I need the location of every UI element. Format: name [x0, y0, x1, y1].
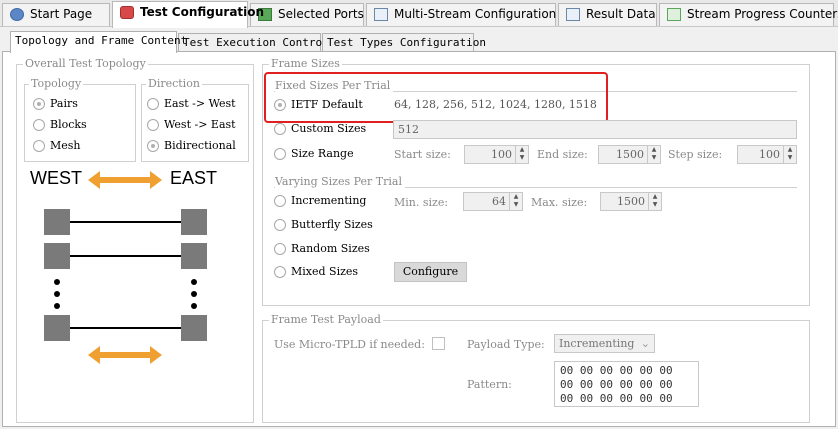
tab-start-page[interactable]: Start Page — [2, 3, 110, 26]
frame-sizes-title: Frame Sizes — [269, 57, 342, 70]
link-line-n — [70, 327, 181, 329]
ellipsis-dot — [191, 291, 197, 297]
info-icon — [10, 8, 24, 21]
blocks-label: Blocks — [50, 118, 87, 131]
start-size-spinner[interactable]: 100 ▲ ▼ — [464, 145, 529, 164]
highlight-box — [264, 72, 608, 123]
custom-sizes-radio[interactable] — [274, 123, 286, 135]
result-data-icon — [566, 8, 580, 21]
random-sizes-radio[interactable] — [274, 243, 286, 255]
end-size-spinner[interactable]: 1500 ▲ ▼ — [598, 145, 661, 164]
ellipsis-dot — [191, 279, 197, 285]
blocks-radio[interactable] — [33, 119, 45, 131]
random-sizes-label: Random Sizes — [291, 242, 370, 255]
incrementing-label: Incrementing — [291, 194, 367, 207]
ellipsis-dot — [191, 303, 197, 309]
west-to-east-radio[interactable] — [147, 119, 159, 131]
spinner-arrows-icon[interactable]: ▲ ▼ — [509, 193, 522, 210]
ellipsis-dot — [54, 279, 60, 285]
spinner-arrows-icon[interactable]: ▲ ▼ — [515, 146, 528, 163]
pattern-textbox[interactable]: 00 00 00 00 00 00 00 00 00 00 00 00 00 0… — [554, 361, 699, 407]
mesh-label: Mesh — [50, 139, 81, 152]
max-size-label: Max. size: — [531, 196, 588, 209]
butterfly-sizes-label: Butterfly Sizes — [291, 218, 373, 231]
tab-selected-ports[interactable]: Selected Ports — [250, 3, 364, 26]
tab-result-data[interactable]: Result Data — [558, 3, 657, 26]
west-port-2 — [44, 243, 70, 269]
topology-title: Topology — [29, 77, 84, 90]
east-port-2 — [181, 243, 207, 269]
frame-test-payload-title: Frame Test Payload — [269, 313, 383, 326]
payload-type-label: Payload Type: — [467, 338, 545, 351]
tab-stream-progress-counters[interactable]: Stream Progress Counters — [659, 3, 838, 26]
mixed-sizes-label: Mixed Sizes — [291, 265, 359, 278]
west-label: WEST — [30, 168, 82, 188]
payload-type-select[interactable]: Incrementing ⌄ — [554, 334, 655, 353]
pattern-label: Pattern: — [467, 378, 512, 391]
subtab-test-types-configuration[interactable]: Test Types Configuration — [322, 33, 486, 52]
east-to-west-label: East -> West — [164, 97, 236, 110]
frame-test-payload-group: Frame Test Payload — [262, 313, 810, 423]
west-to-east-label: West -> East — [164, 118, 236, 131]
micro-tpld-checkbox[interactable] — [432, 337, 445, 350]
multi-stream-icon — [374, 8, 388, 21]
bidirectional-arrow-icon — [88, 171, 162, 189]
chevron-down-icon: ⌄ — [640, 337, 650, 350]
mixed-sizes-radio[interactable] — [274, 266, 286, 278]
bidirectional-radio[interactable] — [147, 140, 159, 152]
size-range-label: Size Range — [291, 147, 354, 160]
pairs-label: Pairs — [50, 97, 78, 110]
top-tab-bar: Start Page Test Configuration Selected P… — [0, 0, 838, 28]
start-size-label: Start size: — [394, 148, 451, 161]
step-size-spinner[interactable]: 100 ▲ ▼ — [737, 145, 797, 164]
mesh-radio[interactable] — [33, 140, 45, 152]
custom-sizes-label: Custom Sizes — [291, 122, 367, 135]
pairs-radio[interactable] — [33, 98, 45, 110]
butterfly-sizes-radio[interactable] — [274, 219, 286, 231]
spinner-arrows-icon[interactable]: ▲ ▼ — [647, 146, 660, 163]
link-line-1 — [70, 221, 181, 223]
progress-counters-icon — [667, 8, 681, 21]
link-line-2 — [70, 255, 181, 257]
end-size-label: End size: — [537, 148, 588, 161]
size-range-radio[interactable] — [274, 148, 286, 160]
tab-multi-stream-configuration[interactable]: Multi-Stream Configuration — [366, 3, 556, 26]
custom-sizes-input[interactable]: 512 — [393, 120, 797, 139]
ellipsis-dot — [54, 303, 60, 309]
east-label: EAST — [170, 168, 218, 188]
bidirectional-label: Bidirectional — [164, 139, 236, 152]
min-size-spinner[interactable]: 64 ▲ ▼ — [463, 192, 523, 211]
step-size-label: Step size: — [668, 148, 723, 161]
incrementing-radio[interactable] — [274, 195, 286, 207]
bidirectional-arrow-icon — [88, 346, 162, 364]
east-port-1 — [181, 209, 207, 235]
east-to-west-radio[interactable] — [147, 98, 159, 110]
ellipsis-dot — [54, 291, 60, 297]
east-port-n — [181, 315, 207, 341]
subtab-test-execution-control[interactable]: Test Execution Control — [178, 33, 329, 52]
direction-title: Direction — [146, 77, 202, 90]
tab-test-configuration[interactable]: Test Configuration — [112, 1, 264, 28]
micro-tpld-label: Use Micro-TPLD if needed: — [274, 338, 425, 351]
max-size-spinner[interactable]: 1500 ▲ ▼ — [600, 192, 662, 211]
min-size-label: Min. size: — [394, 196, 449, 209]
configuration-icon — [120, 6, 134, 19]
overall-test-topology-title: Overall Test Topology — [23, 57, 148, 70]
subtab-topology-frame-content[interactable]: Topology and Frame Content — [10, 31, 187, 53]
west-port-n — [44, 315, 70, 341]
configure-button[interactable]: Configure — [394, 262, 467, 282]
west-port-1 — [44, 209, 70, 235]
spinner-arrows-icon[interactable]: ▲ ▼ — [648, 193, 661, 210]
spinner-arrows-icon[interactable]: ▲ ▼ — [783, 146, 796, 163]
varying-sizes-title: Varying Sizes Per Trial — [275, 175, 405, 188]
